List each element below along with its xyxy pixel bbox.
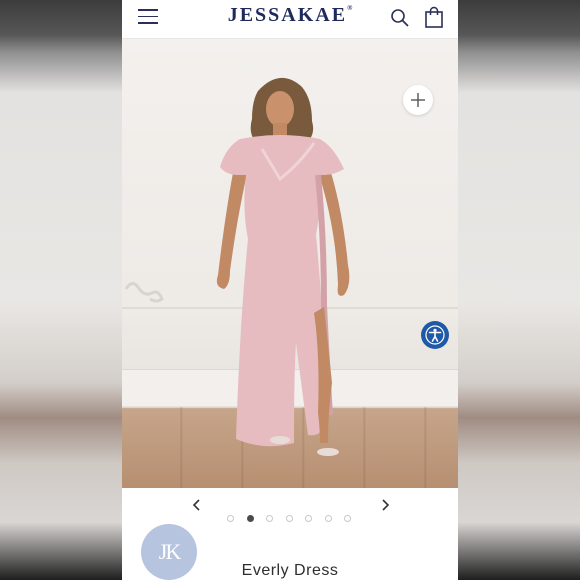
blurred-background-left <box>0 0 122 580</box>
chevron-left-icon[interactable] <box>188 496 206 514</box>
logo-registered-mark: ® <box>347 4 353 12</box>
mobile-screen: JESSAKAE® JK Everly Dress <box>122 0 458 580</box>
product-title: Everly Dress <box>241 562 339 579</box>
carousel-dot-4[interactable] <box>286 515 293 522</box>
carousel-dot-1[interactable] <box>227 515 234 522</box>
carousel-dot-7[interactable] <box>344 515 351 522</box>
carousel-dot-3[interactable] <box>266 515 273 522</box>
site-header: JESSAKAE® <box>122 0 458 39</box>
shopping-bag-icon[interactable] <box>424 6 444 28</box>
accessibility-button[interactable] <box>421 321 449 349</box>
product-image[interactable] <box>122 39 458 488</box>
accessibility-icon <box>425 325 445 345</box>
image-carousel-nav <box>122 488 458 524</box>
search-icon[interactable] <box>390 8 410 28</box>
blurred-background-right <box>458 0 580 580</box>
carousel-dot-5[interactable] <box>305 515 312 522</box>
chevron-right-icon[interactable] <box>376 496 394 514</box>
carousel-dot-2[interactable] <box>247 515 254 522</box>
carousel-dot-6[interactable] <box>325 515 332 522</box>
zoom-button[interactable] <box>403 85 433 115</box>
plus-icon <box>411 93 425 107</box>
logo-text: JESSAKAE <box>227 4 348 26</box>
